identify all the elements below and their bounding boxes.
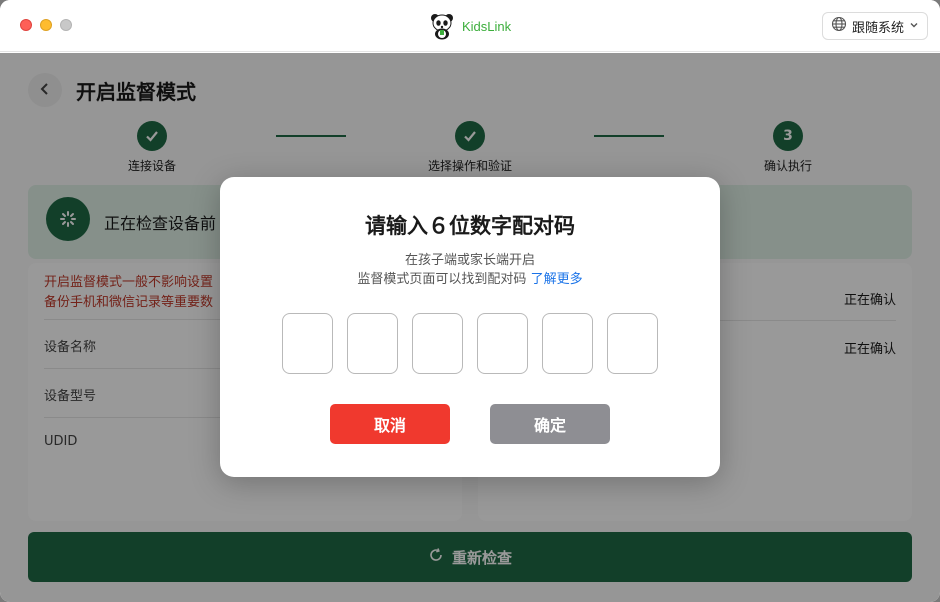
language-select[interactable]: 跟随系统 bbox=[821, 12, 928, 40]
panda-logo-icon bbox=[428, 12, 456, 40]
pairing-code-dialog: 请输入６位数字配对码 在孩子端或家长端开启 监督模式页面可以找到配对码 了解更多… bbox=[220, 177, 720, 477]
dialog-subtitle: 在孩子端或家长端开启 bbox=[404, 253, 535, 268]
code-digit-input[interactable] bbox=[282, 313, 333, 374]
confirm-button[interactable]: 确定 bbox=[490, 404, 610, 444]
window-close-button[interactable] bbox=[20, 19, 32, 31]
title-bar: KidsLink 跟随系统 bbox=[0, 0, 940, 52]
dialog-subtitle-line2: 监督模式页面可以找到配对码 了解更多 bbox=[220, 268, 720, 287]
globe-icon bbox=[831, 16, 847, 36]
code-digit-input[interactable] bbox=[347, 313, 398, 374]
app-window: KidsLink 跟随系统 开启监督模式 连接设备 选择操作和验证 3 确认执行… bbox=[0, 0, 940, 602]
code-digit-input[interactable] bbox=[542, 313, 593, 374]
window-maximize-button[interactable] bbox=[60, 19, 72, 31]
dialog-title: 请输入６位数字配对码 bbox=[365, 214, 575, 238]
learn-more-link[interactable]: 了解更多 bbox=[531, 272, 583, 287]
chevron-down-icon bbox=[909, 19, 919, 34]
app-name: KidsLink bbox=[462, 18, 512, 34]
code-digit-input[interactable] bbox=[477, 313, 528, 374]
code-digit-input[interactable] bbox=[607, 313, 658, 374]
window-minimize-button[interactable] bbox=[40, 19, 52, 31]
dialog-subtitle-text: 监督模式页面可以找到配对码 bbox=[357, 272, 527, 287]
code-digit-input[interactable] bbox=[412, 313, 463, 374]
language-label: 跟随系统 bbox=[851, 20, 904, 36]
cancel-button[interactable]: 取消 bbox=[330, 404, 450, 444]
app-brand: KidsLink bbox=[428, 10, 511, 42]
